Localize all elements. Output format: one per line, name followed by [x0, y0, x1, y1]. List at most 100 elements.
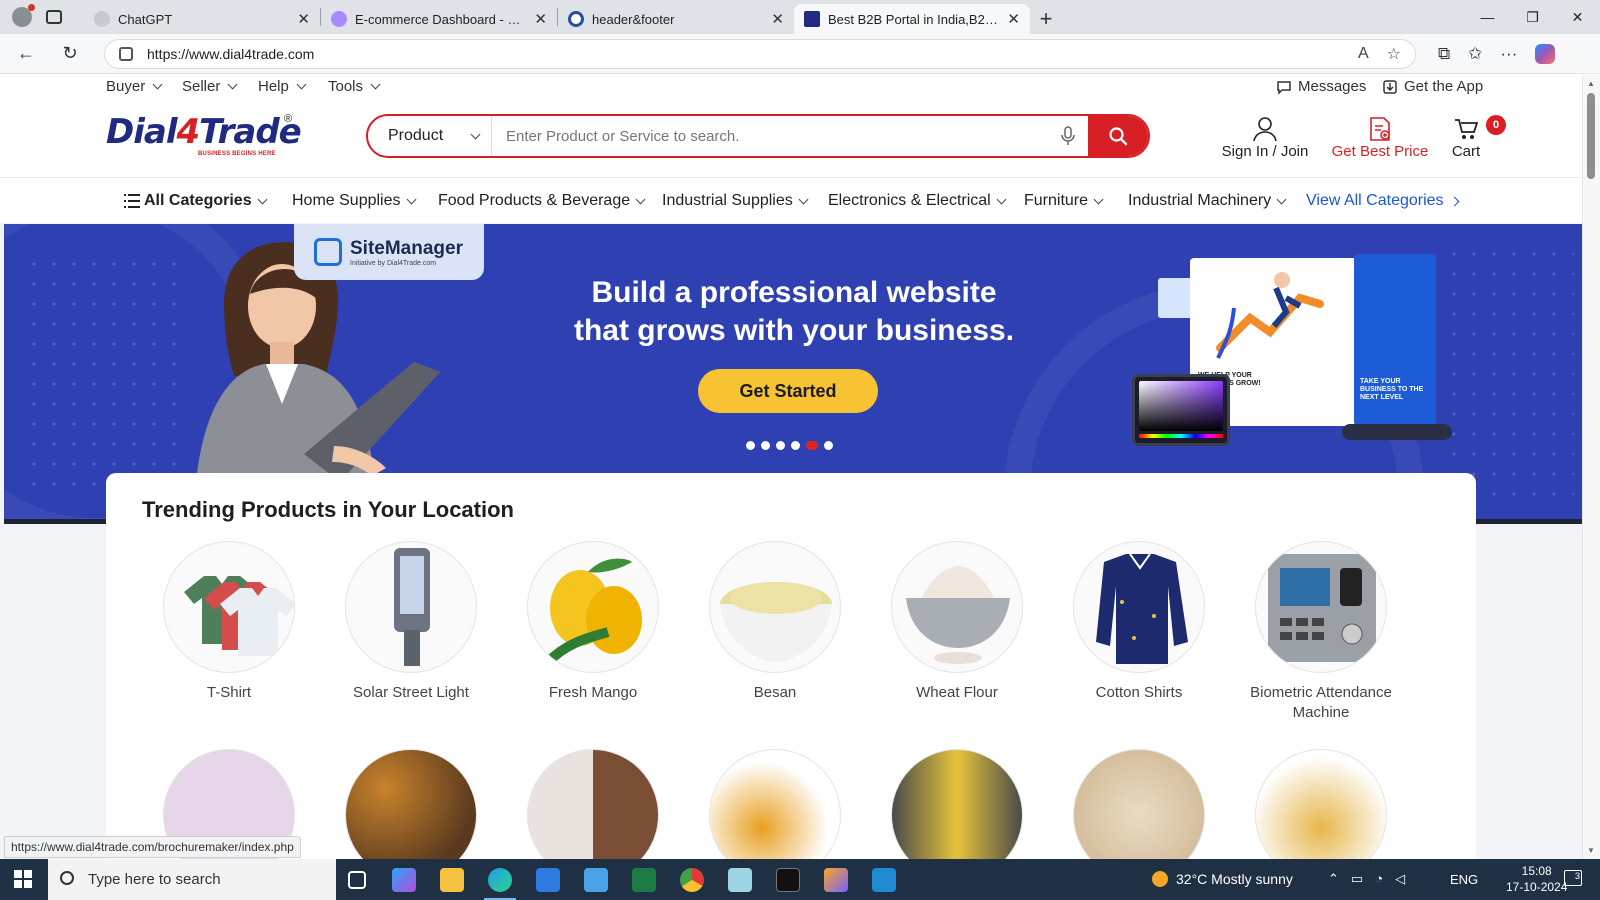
- close-icon[interactable]: ✕: [1007, 10, 1020, 28]
- edge-browser-icon[interactable]: [484, 868, 516, 900]
- scroll-thumb[interactable]: [1587, 93, 1595, 179]
- minimize-icon[interactable]: —: [1465, 0, 1510, 34]
- mail-icon[interactable]: [584, 868, 608, 892]
- category-industrial-supplies[interactable]: Industrial Supplies: [662, 192, 809, 210]
- product-card[interactable]: [336, 749, 486, 859]
- system-tray: ⌃ ▭ ◔ ◁: [1328, 871, 1405, 887]
- notes-app-icon[interactable]: [728, 868, 752, 892]
- volume-icon[interactable]: ◁: [1395, 871, 1405, 887]
- view-all-categories-link[interactable]: View All Categories: [1306, 192, 1460, 210]
- new-tab-button[interactable]: +: [1030, 4, 1062, 34]
- battery-icon[interactable]: ▭: [1351, 871, 1363, 887]
- sun-icon: [1152, 871, 1168, 887]
- chrome-icon[interactable]: [680, 868, 704, 892]
- carousel-dot-active[interactable]: [806, 441, 818, 450]
- task-view-icon[interactable]: [348, 871, 366, 889]
- profile-avatar-icon[interactable]: [12, 4, 35, 27]
- close-icon[interactable]: ✕: [297, 10, 310, 28]
- extensions-icon[interactable]: ⧉: [1438, 44, 1450, 64]
- clock-time: 15:08: [1521, 864, 1552, 878]
- cart-button[interactable]: Cart 0: [1448, 115, 1506, 160]
- product-card[interactable]: [700, 749, 850, 859]
- sign-in-button[interactable]: Sign In / Join: [1218, 115, 1312, 160]
- category-industrial-machinery[interactable]: Industrial Machinery: [1128, 192, 1287, 210]
- get-app-link[interactable]: Get the App: [1382, 78, 1483, 95]
- seller-menu[interactable]: Seller: [182, 78, 238, 95]
- category-home-supplies[interactable]: Home Supplies: [292, 192, 416, 210]
- buyer-menu[interactable]: Buyer: [106, 78, 163, 95]
- category-furniture[interactable]: Furniture: [1024, 192, 1104, 210]
- tools-menu[interactable]: Tools: [328, 78, 381, 95]
- search-category-select[interactable]: Product: [368, 116, 492, 156]
- close-icon[interactable]: ✕: [534, 10, 547, 28]
- excel-icon[interactable]: [632, 868, 656, 892]
- product-card[interactable]: [1064, 749, 1214, 859]
- favorites-icon[interactable]: ✩: [1468, 44, 1482, 64]
- system-clock[interactable]: 15:08 17-10-2024: [1506, 863, 1567, 895]
- carousel-dot[interactable]: [791, 441, 800, 450]
- read-aloud-icon[interactable]: A: [1358, 45, 1369, 63]
- search-button[interactable]: [1088, 116, 1148, 156]
- language-indicator[interactable]: ENG: [1450, 872, 1478, 887]
- taskbar-search[interactable]: Type here to search: [48, 859, 336, 900]
- search-input[interactable]: [492, 116, 1048, 156]
- dial4trade-logo[interactable]: Dial4Trade BUSINESS BEGINS HERE ®: [106, 112, 302, 159]
- site-info-icon[interactable]: [119, 46, 133, 61]
- tab-actions-icon[interactable]: [46, 10, 62, 24]
- all-categories-menu[interactable]: All Categories: [124, 192, 268, 210]
- copilot-taskbar-icon[interactable]: [392, 868, 416, 892]
- messages-link[interactable]: Messages: [1276, 78, 1366, 95]
- product-card[interactable]: [882, 749, 1032, 859]
- chevron-up-icon[interactable]: ⌃: [1328, 871, 1339, 887]
- tab-header-footer[interactable]: header&footer ✕: [558, 4, 794, 34]
- url-field[interactable]: https://www.dial4trade.com A ☆: [104, 38, 1416, 69]
- get-best-price-button[interactable]: Get Best Price: [1330, 115, 1430, 160]
- weather-widget[interactable]: 32°C Mostly sunny: [1152, 871, 1293, 887]
- page-scrollbar[interactable]: ▲ ▼: [1582, 75, 1600, 859]
- product-card[interactable]: Fresh Mango: [518, 541, 668, 703]
- category-electronics[interactable]: Electronics & Electrical: [828, 192, 1007, 210]
- product-card[interactable]: [518, 749, 668, 859]
- product-card[interactable]: Solar Street Light: [336, 541, 486, 703]
- voice-search-icon[interactable]: [1048, 126, 1088, 146]
- carousel-dot[interactable]: [746, 441, 755, 450]
- help-menu[interactable]: Help: [258, 78, 307, 95]
- windows-start-icon[interactable]: [14, 870, 32, 888]
- copilot-icon[interactable]: [1535, 43, 1556, 64]
- tab-dial4trade[interactable]: Best B2B Portal in India,B2B Marketplace…: [794, 4, 1030, 34]
- scroll-down-icon[interactable]: ▼: [1587, 846, 1595, 855]
- tab-ecommerce-dashboard[interactable]: E-commerce Dashboard - Desktop ✕: [321, 4, 557, 34]
- product-card[interactable]: Biometric Attendance Machine: [1246, 541, 1396, 723]
- search-icon: [60, 871, 74, 885]
- scroll-up-icon[interactable]: ▲: [1587, 79, 1595, 88]
- logo-part: Dial: [106, 112, 177, 152]
- file-explorer-icon[interactable]: [440, 868, 464, 892]
- carousel-dot[interactable]: [776, 441, 785, 450]
- carousel-dot[interactable]: [824, 441, 833, 450]
- back-icon[interactable]: ←: [8, 38, 44, 70]
- tab-chatgpt[interactable]: ChatGPT ✕: [84, 4, 320, 34]
- vscode-icon[interactable]: [872, 868, 896, 892]
- restore-icon[interactable]: ❐: [1510, 0, 1555, 34]
- chevron-right-icon: [1449, 196, 1460, 206]
- store-icon[interactable]: [536, 868, 560, 892]
- network-icon[interactable]: ◔: [1375, 871, 1383, 887]
- close-icon[interactable]: ✕: [771, 10, 784, 28]
- close-window-icon[interactable]: ✕: [1555, 0, 1600, 34]
- weather-text: 32°C Mostly sunny: [1176, 871, 1293, 887]
- category-food-products[interactable]: Food Products & Beverage: [438, 192, 646, 210]
- get-started-button[interactable]: Get Started: [698, 369, 878, 413]
- notification-center-icon[interactable]: 3: [1564, 870, 1582, 886]
- product-card[interactable]: T-Shirt: [154, 541, 304, 703]
- product-card[interactable]: [1246, 749, 1396, 859]
- product-card[interactable]: Wheat Flour: [882, 541, 1032, 703]
- product-card[interactable]: Cotton Shirts: [1064, 541, 1214, 703]
- mango-image: [527, 541, 659, 673]
- dev-tool-icon[interactable]: [824, 868, 848, 892]
- terminal-icon[interactable]: [776, 868, 800, 892]
- carousel-dot[interactable]: [761, 441, 770, 450]
- more-menu-icon[interactable]: ···: [1500, 44, 1517, 64]
- refresh-icon[interactable]: ↻: [52, 38, 88, 70]
- product-card[interactable]: Besan: [700, 541, 850, 703]
- favorite-star-icon[interactable]: ☆: [1387, 44, 1401, 64]
